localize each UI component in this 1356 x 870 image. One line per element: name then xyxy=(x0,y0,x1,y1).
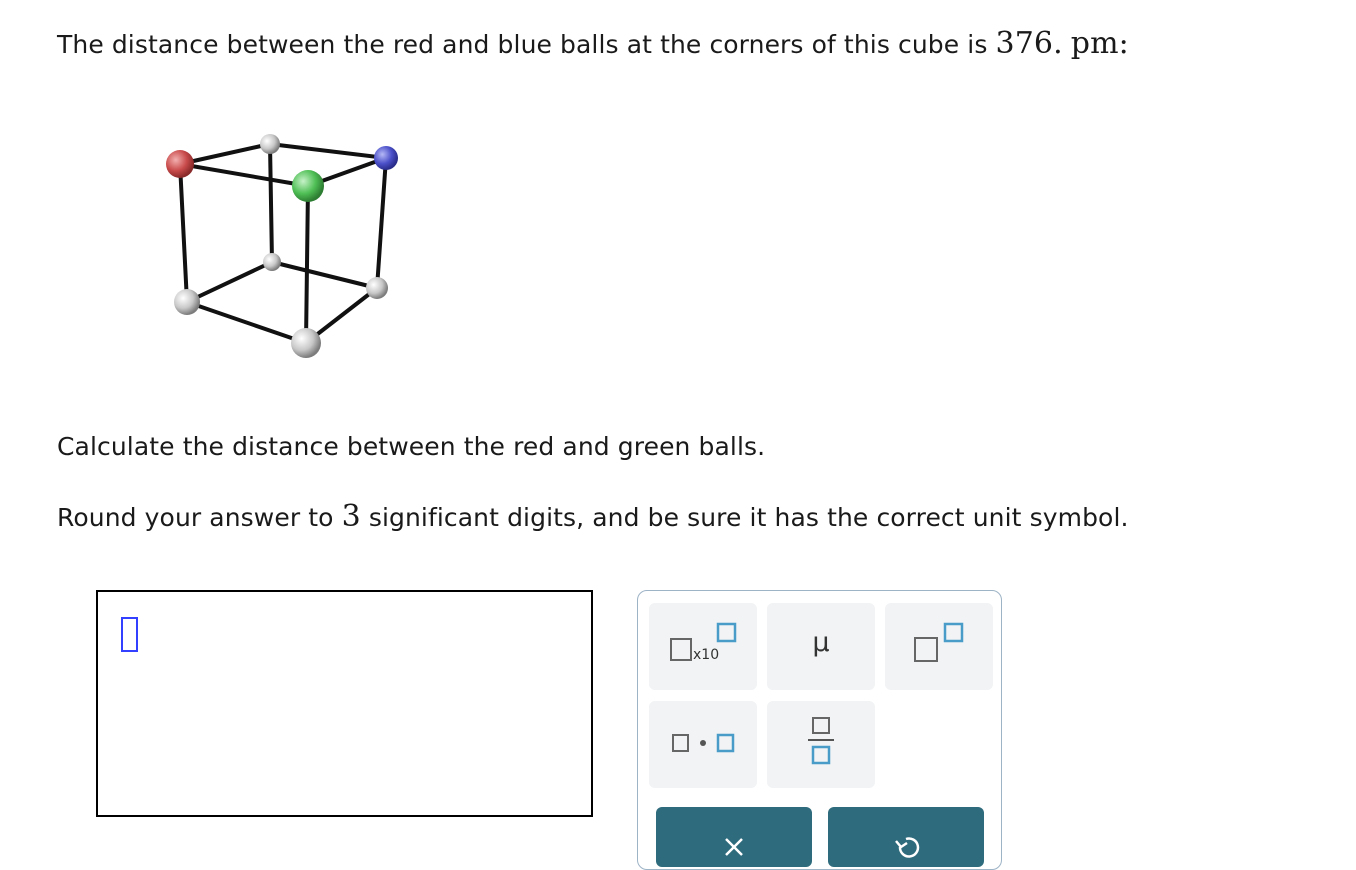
fraction-icon xyxy=(808,717,834,765)
gray-ball xyxy=(291,328,321,358)
distance-value: 376. xyxy=(995,26,1063,61)
clear-button[interactable] xyxy=(656,807,812,867)
cube-diagram xyxy=(166,134,398,358)
question-line-2: Calculate the distance between the red a… xyxy=(57,432,766,461)
x10-label: x10 xyxy=(693,647,719,663)
answer-placeholder-box xyxy=(121,617,138,652)
question-line-1: The distance between the red and blue ba… xyxy=(57,26,1129,61)
answer-input[interactable] xyxy=(96,590,593,817)
fraction-button[interactable] xyxy=(767,701,875,788)
multiply-dot-icon xyxy=(672,733,735,753)
rounding-text: Round your answer to xyxy=(57,503,342,532)
x-icon xyxy=(725,838,743,856)
cube-edges xyxy=(178,142,388,345)
superscript-icon xyxy=(914,622,964,662)
gray-ball xyxy=(174,289,200,315)
distance-unit: pm: xyxy=(1070,26,1129,61)
blue-ball xyxy=(374,146,398,170)
gray-ball xyxy=(366,277,388,299)
gray-ball xyxy=(263,253,281,271)
rounding-text-rest: significant digits, and be sure it has t… xyxy=(360,503,1129,532)
red-ball xyxy=(166,150,194,178)
math-palette: x10 μ xyxy=(637,590,1002,870)
undo-icon xyxy=(895,837,920,858)
multiply-dot-button[interactable] xyxy=(649,701,757,788)
mu-button[interactable]: μ xyxy=(767,603,875,690)
green-ball xyxy=(292,170,324,202)
scientific-notation-icon: x10 xyxy=(670,622,737,663)
scientific-notation-button[interactable]: x10 xyxy=(649,603,757,690)
superscript-button[interactable] xyxy=(885,603,993,690)
mu-symbol: μ xyxy=(812,627,830,658)
question-line-3: Round your answer to 3 significant digit… xyxy=(57,499,1129,534)
gray-ball xyxy=(260,134,280,154)
undo-button[interactable] xyxy=(828,807,984,867)
sig-digits-value: 3 xyxy=(341,499,361,534)
question-text: The distance between the red and blue ba… xyxy=(57,30,996,59)
